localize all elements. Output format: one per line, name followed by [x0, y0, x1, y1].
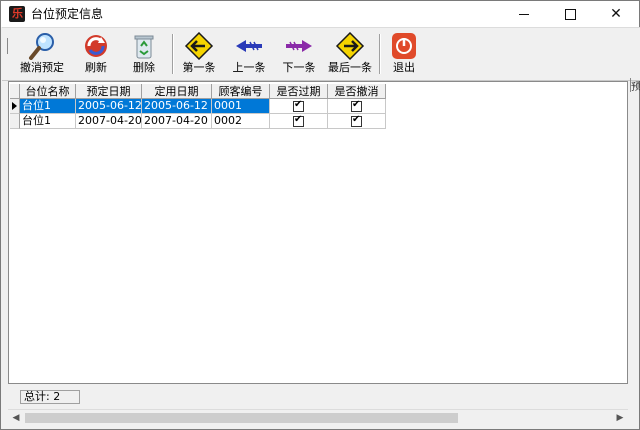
recycle-bin-icon — [134, 35, 154, 59]
cancelled-checkbox[interactable]: ✔ — [351, 114, 362, 127]
arrow-right-sign-icon — [335, 32, 365, 60]
first-record-label: 第一条 — [182, 61, 216, 74]
column-header-table-name[interactable]: 台位名称 — [20, 84, 76, 99]
cell-table-name[interactable]: 台位1 — [20, 114, 76, 129]
maximize-button[interactable] — [547, 1, 593, 27]
cancel-reservation-button[interactable]: 撤消预定 — [14, 32, 70, 76]
power-icon — [392, 33, 416, 59]
main-window: 乐 台位预定信息 ✕ 撤消预定 刷新 删除 第一条 上一条 下一条 最后一条 退… — [0, 0, 640, 430]
cell-use-date[interactable]: 2007-04-20 — [142, 114, 212, 129]
check-icon: ✔ — [294, 99, 303, 110]
refresh-icon — [85, 35, 107, 57]
previous-record-button[interactable]: 上一条 — [228, 32, 270, 76]
app-icon[interactable]: 乐 — [9, 6, 25, 22]
cell-cancelled[interactable]: ✔ — [328, 99, 386, 114]
row-indicator[interactable] — [10, 114, 20, 129]
cancelled-checkbox[interactable]: ✔ — [351, 99, 362, 112]
toolbar: 撤消预定 刷新 删除 第一条 上一条 下一条 最后一条 退出 预 — [2, 27, 640, 93]
scroll-right-icon[interactable]: ▶ — [612, 410, 628, 426]
reservation-grid[interactable]: 台位名称 预定日期 定用日期 顾客编号 是否过期 是否撤消 台位1 2005-0… — [8, 81, 628, 384]
toolbar-separator — [379, 34, 381, 74]
header-indicator-cell — [10, 84, 20, 99]
delete-label: 删除 — [133, 61, 155, 74]
refresh-button[interactable]: 刷新 — [76, 32, 116, 76]
check-icon: ✔ — [294, 114, 303, 125]
title-bar[interactable]: 乐 台位预定信息 ✕ — [1, 1, 639, 27]
scroll-left-icon[interactable]: ◀ — [8, 410, 24, 426]
column-header-reserve-date[interactable]: 预定日期 — [76, 84, 142, 99]
minimize-icon — [519, 14, 529, 15]
toolbar-left-stub — [2, 38, 8, 54]
row-indicator[interactable] — [10, 99, 20, 114]
cell-table-name[interactable]: 台位1 — [20, 99, 76, 114]
cell-reserve-date[interactable]: 2005-06-12 — [76, 99, 142, 114]
close-icon: ✕ — [610, 6, 622, 22]
window-title: 台位预定信息 — [31, 7, 104, 21]
arrow-left-sign-icon — [184, 32, 214, 60]
exit-button[interactable]: 退出 — [386, 32, 422, 76]
next-record-button[interactable]: 下一条 — [278, 32, 320, 76]
toolbar-right-stub: 预 — [630, 78, 640, 93]
expired-checkbox[interactable]: ✔ — [293, 114, 304, 127]
cancel-reservation-label: 撤消预定 — [20, 61, 64, 74]
expired-checkbox[interactable]: ✔ — [293, 99, 304, 112]
next-record-label: 下一条 — [282, 61, 316, 74]
scrollbar-thumb[interactable] — [25, 413, 458, 423]
cell-expired[interactable]: ✔ — [270, 114, 328, 129]
app-icon-glyph: 乐 — [12, 7, 23, 20]
last-record-label: 最后一条 — [328, 61, 372, 74]
exit-label: 退出 — [393, 61, 415, 74]
column-header-use-date[interactable]: 定用日期 — [142, 84, 212, 99]
close-button[interactable]: ✕ — [593, 1, 639, 27]
arrow-left-blue-icon — [236, 40, 262, 52]
last-record-button[interactable]: 最后一条 — [325, 32, 375, 76]
horizontal-scrollbar[interactable]: ◀ ▶ — [8, 409, 628, 426]
maximize-icon — [565, 9, 576, 20]
magnifier-icon — [29, 33, 54, 60]
column-header-customer-id[interactable]: 顾客编号 — [212, 84, 270, 99]
cell-use-date[interactable]: 2005-06-12 — [142, 99, 212, 114]
previous-record-label: 上一条 — [232, 61, 266, 74]
refresh-label: 刷新 — [85, 61, 107, 74]
column-header-expired[interactable]: 是否过期 — [270, 84, 328, 99]
cell-customer-id[interactable]: 0001 — [212, 99, 270, 114]
check-icon: ✔ — [352, 114, 361, 125]
toolbar-separator — [172, 34, 174, 74]
minimize-button[interactable] — [501, 1, 547, 27]
current-row-pointer-icon — [12, 102, 17, 110]
check-icon: ✔ — [352, 99, 361, 110]
status-bar: 总计: 2 — [8, 389, 628, 405]
total-count: 总计: 2 — [20, 390, 80, 404]
cell-customer-id[interactable]: 0002 — [212, 114, 270, 129]
delete-button[interactable]: 删除 — [124, 32, 164, 76]
arrow-right-purple-icon — [286, 40, 312, 52]
cell-expired[interactable]: ✔ — [270, 99, 328, 114]
column-header-cancelled[interactable]: 是否撤消 — [328, 84, 386, 99]
cell-reserve-date[interactable]: 2007-04-20 — [76, 114, 142, 129]
cell-cancelled[interactable]: ✔ — [328, 114, 386, 129]
first-record-button[interactable]: 第一条 — [178, 32, 220, 76]
